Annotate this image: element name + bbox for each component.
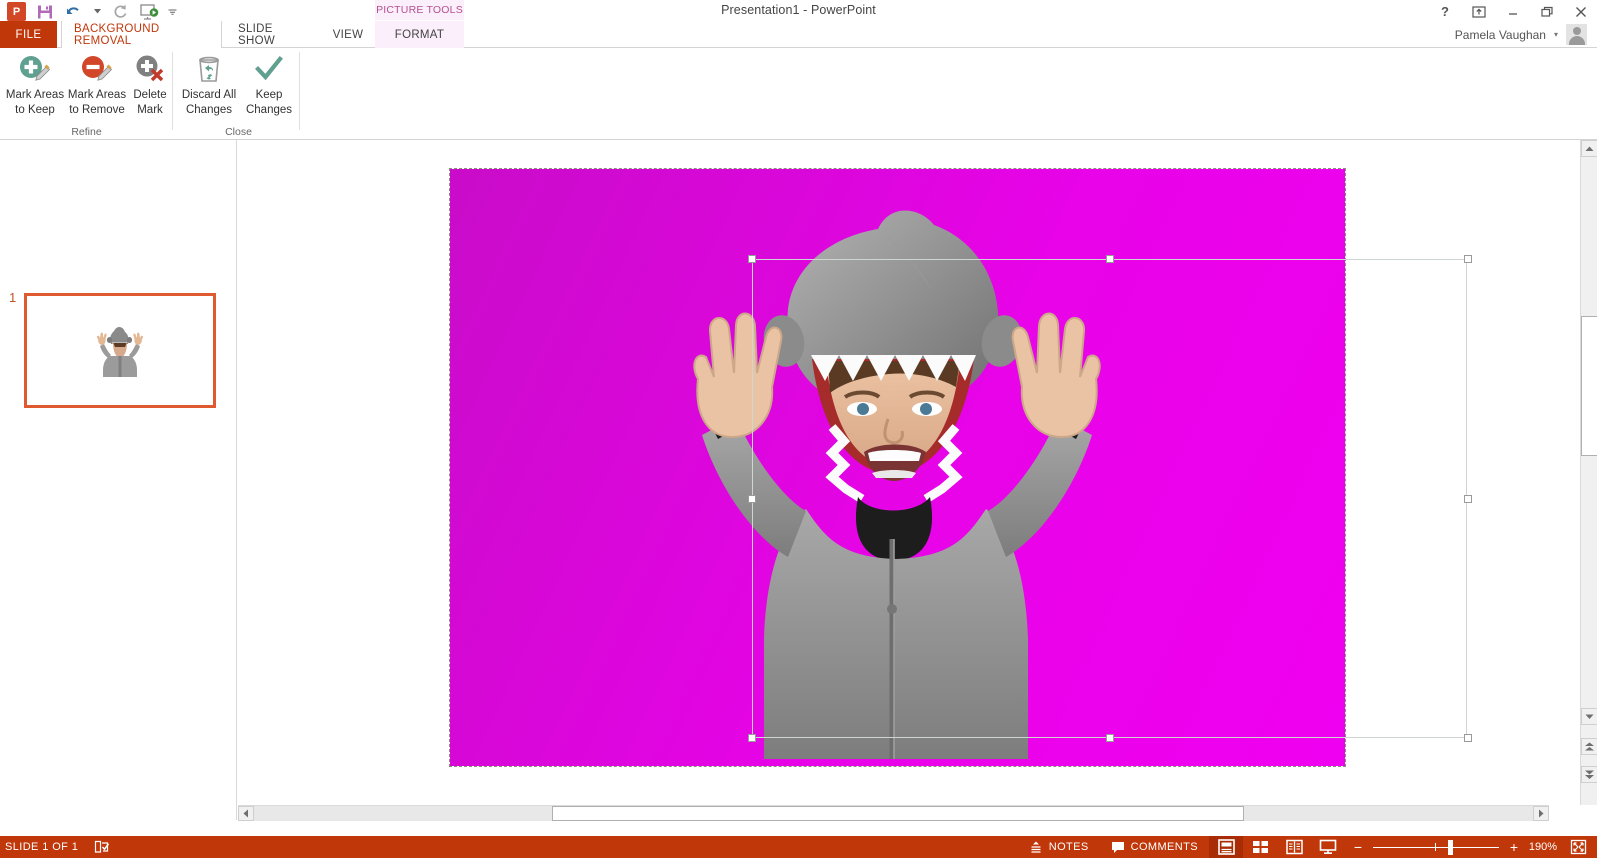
title-bar: P Presentation1 - PowerPoint ? xyxy=(0,0,1597,23)
vertical-scrollbar[interactable] xyxy=(1580,140,1597,805)
slide-count-label[interactable]: SLIDE 1 OF 1 xyxy=(5,841,78,853)
group-divider xyxy=(172,52,173,130)
status-right-group: NOTES COMMENTS − + 190 xyxy=(1018,836,1597,858)
notes-button[interactable]: NOTES xyxy=(1018,836,1100,858)
mark-areas-to-remove-label-line2: to Remove xyxy=(69,103,125,118)
trash-recycle-icon xyxy=(195,52,223,86)
close-button[interactable] xyxy=(1573,4,1589,20)
delete-mark-icon xyxy=(134,52,166,86)
refine-group: Mark Areas to Keep Mark Areas to Remove xyxy=(0,48,173,140)
mark-areas-to-keep-button[interactable]: Mark Areas to Keep xyxy=(0,52,70,124)
slideshow-button[interactable] xyxy=(1311,836,1345,858)
slide-thumbnail-image xyxy=(96,325,144,377)
account-chevron-down-icon[interactable]: ▾ xyxy=(1554,30,1558,39)
delete-mark-button[interactable]: Delete Mark xyxy=(124,52,176,124)
window-controls: ? xyxy=(1437,0,1589,23)
restore-button[interactable] xyxy=(1539,4,1555,20)
plus-pencil-icon xyxy=(18,52,52,86)
keep-changes-button[interactable]: Keep Changes xyxy=(240,52,298,124)
picture-tools-context-banner: PICTURE TOOLS xyxy=(375,0,464,20)
mark-areas-to-keep-label-line1: Mark Areas xyxy=(6,88,64,103)
mark-areas-to-keep-label-line2: to Keep xyxy=(15,103,55,118)
avatar[interactable] xyxy=(1566,24,1587,45)
handle-top-right[interactable] xyxy=(1464,255,1472,263)
ribbon: Mark Areas to Keep Mark Areas to Remove xyxy=(0,48,1597,140)
minus-pencil-icon xyxy=(80,52,114,86)
handle-middle-right[interactable] xyxy=(1464,495,1472,503)
refine-group-label: Refine xyxy=(0,126,173,138)
account-area[interactable]: Pamela Vaughan ▾ xyxy=(1455,24,1587,45)
tab-slide-show[interactable]: SLIDE SHOW xyxy=(226,21,322,48)
scrollbar-corner xyxy=(1549,805,1597,821)
notes-label: NOTES xyxy=(1049,841,1089,853)
spellcheck-icon[interactable] xyxy=(94,840,110,854)
comments-label: COMMENTS xyxy=(1131,841,1198,853)
discard-all-changes-button[interactable]: Discard All Changes xyxy=(177,52,241,124)
previous-slide-button[interactable] xyxy=(1581,738,1597,755)
discard-all-changes-label-line1: Discard All xyxy=(182,88,236,103)
fit-slide-icon[interactable] xyxy=(1565,836,1591,858)
normal-view-button[interactable] xyxy=(1209,836,1243,858)
mark-areas-to-remove-label-line1: Mark Areas xyxy=(68,88,126,103)
window-title: Presentation1 - PowerPoint xyxy=(0,3,1597,17)
slide-sorter-button[interactable] xyxy=(1243,836,1277,858)
zoom-out-button[interactable]: − xyxy=(1351,839,1365,855)
zoom-slider[interactable] xyxy=(1373,836,1499,858)
tab-file[interactable]: FILE xyxy=(0,21,57,48)
vertical-scrollbar-thumb[interactable] xyxy=(1581,316,1597,456)
slide-thumbnail-1[interactable] xyxy=(24,293,216,408)
slide-thumbnail-number: 1 xyxy=(9,290,16,305)
checkmark-icon xyxy=(254,52,284,86)
account-name: Pamela Vaughan xyxy=(1455,28,1546,42)
horizontal-scrollbar[interactable] xyxy=(238,805,1549,821)
shark-costume-boy-picture[interactable] xyxy=(450,169,1345,766)
comment-icon xyxy=(1111,841,1125,854)
help-button[interactable]: ? xyxy=(1437,4,1453,20)
zoom-slider-track xyxy=(1373,847,1499,848)
scroll-left-button[interactable] xyxy=(238,806,254,821)
comments-button[interactable]: COMMENTS xyxy=(1100,836,1209,858)
zoom-percent-label[interactable]: 190% xyxy=(1521,841,1565,853)
zoom-slider-thumb[interactable] xyxy=(1448,840,1453,855)
close-group-label: Close xyxy=(177,126,300,138)
group-divider xyxy=(299,52,300,130)
handle-bottom-right[interactable] xyxy=(1464,734,1472,742)
ribbon-display-options-button[interactable] xyxy=(1471,4,1487,20)
scroll-down-button[interactable] xyxy=(1581,708,1597,725)
tab-view[interactable]: VIEW xyxy=(322,21,374,48)
tab-format[interactable]: FORMAT xyxy=(375,21,464,48)
zoom-slider-midpoint-tick xyxy=(1435,843,1436,851)
mark-areas-to-remove-button[interactable]: Mark Areas to Remove xyxy=(62,52,132,124)
keep-changes-label-line2: Changes xyxy=(246,103,292,118)
picture-subject-shark-costume-boy xyxy=(680,209,1145,759)
tab-background-removal[interactable]: BACKGROUND REMOVAL xyxy=(61,21,222,49)
delete-mark-label-line1: Delete xyxy=(133,88,166,103)
minimize-button[interactable] xyxy=(1505,4,1521,20)
horizontal-scrollbar-thumb[interactable] xyxy=(552,806,1244,821)
close-group: Discard All Changes Keep Changes Close xyxy=(177,48,300,140)
ribbon-tab-strip: FILE BACKGROUND REMOVAL SLIDE SHOW VIEW … xyxy=(0,21,1597,48)
reading-view-button[interactable] xyxy=(1277,836,1311,858)
discard-all-changes-label-line2: Changes xyxy=(186,103,232,118)
slide-thumbnail-pane[interactable]: 1 xyxy=(0,140,237,820)
slide-canvas-area[interactable] xyxy=(238,140,1549,805)
zoom-in-button[interactable]: + xyxy=(1507,839,1521,855)
notes-icon xyxy=(1029,840,1043,854)
scroll-up-button[interactable] xyxy=(1581,140,1597,157)
scroll-right-button[interactable] xyxy=(1533,806,1549,821)
keep-changes-label-line1: Keep xyxy=(256,88,283,103)
status-bar: SLIDE 1 OF 1 NOTES COMMENTS xyxy=(0,836,1597,858)
next-slide-button[interactable] xyxy=(1581,766,1597,783)
delete-mark-label-line2: Mark xyxy=(137,103,163,118)
zoom-control[interactable]: − + 190% xyxy=(1345,836,1597,858)
status-left-group: SLIDE 1 OF 1 xyxy=(5,840,110,854)
